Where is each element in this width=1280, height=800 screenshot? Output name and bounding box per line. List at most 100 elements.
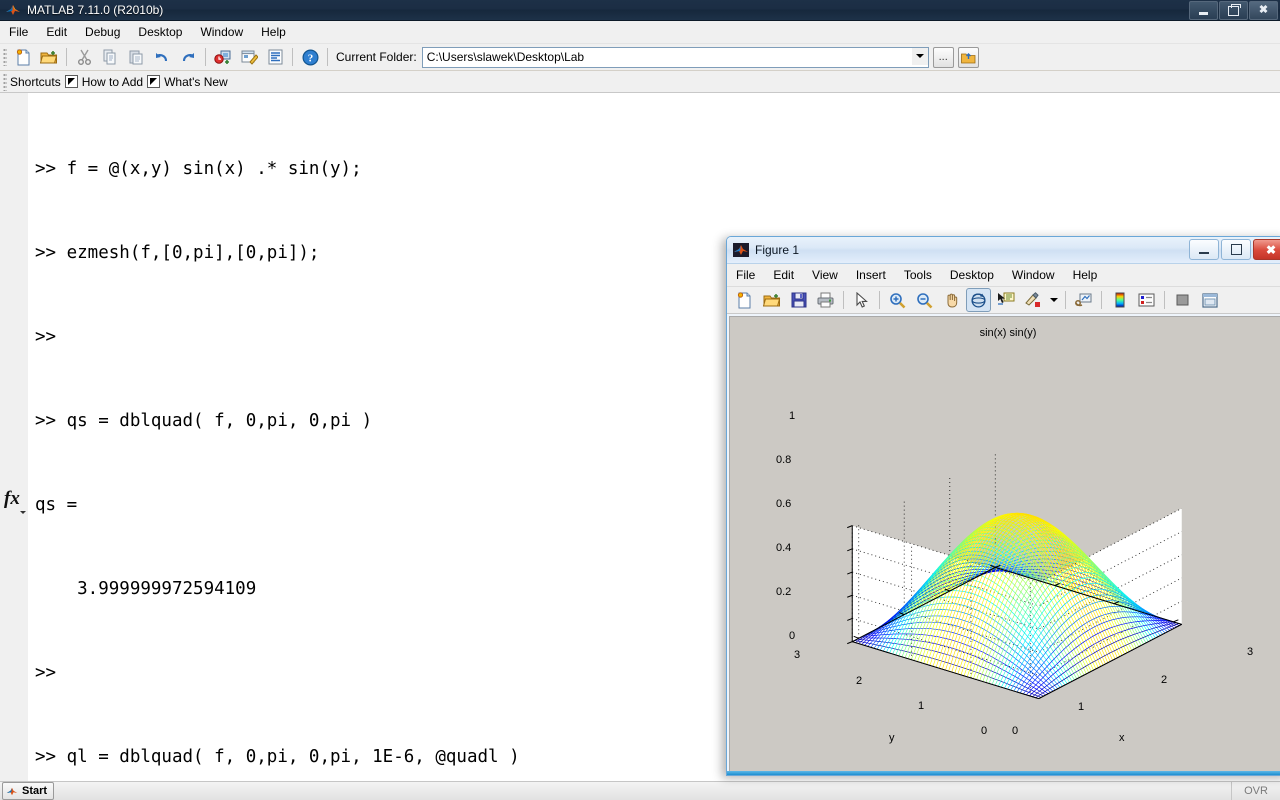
guide-icon[interactable] [237,45,261,69]
matlab-logo-icon [733,243,749,257]
figure-menu-window[interactable]: Window [1003,265,1064,285]
menu-desktop[interactable]: Desktop [129,22,191,42]
x-tick-label: 2 [1161,674,1168,686]
zoom-in-icon[interactable] [885,288,910,312]
toolbar-grip[interactable] [3,48,7,66]
hide-plot-tools-icon[interactable] [1170,288,1195,312]
main-toolbar: ? Current Folder: C:\Users\slawek\Deskto… [0,44,1280,71]
toolbar-separator-3 [292,48,293,66]
figure-close-button[interactable]: ✖ [1253,239,1280,260]
menu-window[interactable]: Window [191,22,252,42]
toolbar-separator-2 [205,48,206,66]
simulink-icon[interactable] [211,45,235,69]
figure-menu-edit[interactable]: Edit [764,265,803,285]
help-icon[interactable]: ? [298,45,322,69]
up-one-level-icon[interactable] [957,46,979,68]
z-tick-label: 0.6 [776,498,792,510]
svg-text:?: ? [307,52,313,64]
figure-menu-view[interactable]: View [803,265,847,285]
z-tick-label: 0 [789,630,796,642]
shortcut-how-to-add[interactable]: How to Add [82,75,143,89]
menu-edit[interactable]: Edit [37,22,76,42]
y-tick-label: 1 [918,700,925,712]
figure-toolbar-separator-4 [1101,291,1102,309]
toolbar-separator-4 [327,48,328,66]
shortcut-arrow-icon [64,75,78,88]
figure-menu-tools[interactable]: Tools [895,265,941,285]
brush-dropdown-icon[interactable] [1047,288,1060,312]
menu-debug[interactable]: Debug [76,22,129,42]
overwrite-indicator: OVR [1231,782,1280,800]
figure-plot-canvas[interactable]: sin(x) sin(y) 1 0.8 0.6 0.4 0.2 0 3 2 1 … [729,316,1280,773]
data-cursor-icon[interactable] [993,288,1018,312]
start-button-label: Start [22,785,48,797]
zoom-out-icon[interactable] [912,288,937,312]
figure-toolbar [727,287,1280,314]
y-tick-label: 3 [794,649,801,661]
browse-folder-button[interactable]: ... [932,46,954,68]
start-button[interactable]: Start [2,782,55,800]
cut-icon[interactable] [72,45,96,69]
edit-plot-pointer-icon[interactable] [849,288,874,312]
shortcut-arrow-icon-2 [147,75,161,88]
close-button[interactable]: ✖ [1249,1,1278,20]
figure-toolbar-separator-5 [1164,291,1165,309]
mesh-surface-plot[interactable] [730,317,1280,753]
current-folder-combo[interactable]: C:\Users\slawek\Desktop\Lab [421,46,929,68]
function-browser-caret-icon[interactable] [20,511,26,514]
command-window-gutter: fx [0,93,29,781]
menu-file[interactable]: File [0,22,37,42]
redo-icon[interactable] [176,45,200,69]
x-tick-label: 0 [1012,725,1019,737]
new-figure-icon[interactable] [732,288,757,312]
x-tick-label: 3 [1247,646,1254,658]
open-file-icon[interactable] [759,288,784,312]
figure-menubar: File Edit View Insert Tools Desktop Wind… [727,264,1280,287]
figure-menu-file[interactable]: File [727,265,764,285]
figure-restore-button[interactable] [1221,239,1251,260]
y-axis-label: y [889,732,895,744]
print-icon[interactable] [813,288,838,312]
brush-icon[interactable] [1020,288,1045,312]
profiler-icon[interactable] [263,45,287,69]
link-plot-icon[interactable] [1071,288,1096,312]
command-line: >> f = @(x,y) sin(x) .* sin(y); [35,159,362,179]
menu-help[interactable]: Help [252,22,295,42]
undo-icon[interactable] [150,45,174,69]
main-window-title: MATLAB 7.11.0 (R2010b) [27,3,164,17]
show-plot-tools-icon[interactable] [1197,288,1222,312]
figure-window-title: Figure 1 [755,243,800,257]
shortcut-whats-new[interactable]: What's New [164,75,228,89]
z-tick [847,641,853,645]
new-file-icon[interactable] [11,45,35,69]
figure-toolbar-separator-2 [879,291,880,309]
figure-menu-help[interactable]: Help [1064,265,1107,285]
figure-minimize-button[interactable] [1189,239,1219,260]
pan-hand-icon[interactable] [939,288,964,312]
shortcuts-grip[interactable] [3,72,7,91]
chevron-down-icon[interactable] [911,47,928,65]
figure-menu-insert[interactable]: Insert [847,265,895,285]
toolbar-separator [66,48,67,66]
matlab-logo-icon [5,3,21,17]
current-folder-label: Current Folder: [336,50,417,64]
current-folder-value: C:\Users\slawek\Desktop\Lab [426,50,585,64]
legend-icon[interactable] [1134,288,1159,312]
save-figure-icon[interactable] [786,288,811,312]
figure-titlebar[interactable]: Figure 1 ✖ [727,237,1280,264]
function-browser-icon[interactable]: fx [4,488,20,510]
z-tick [847,571,853,575]
minimize-button[interactable] [1189,1,1218,20]
figure-1-window[interactable]: Figure 1 ✖ File Edit View Insert Tools D… [726,236,1280,776]
z-tick-label: 1 [789,410,796,422]
copy-icon[interactable] [98,45,122,69]
y-tick-label: 0 [981,725,988,737]
shortcuts-label[interactable]: Shortcuts [10,75,61,89]
paste-icon[interactable] [124,45,148,69]
rotate-3d-icon[interactable] [966,288,991,312]
open-folder-icon[interactable] [37,45,61,69]
figure-focus-glow [727,771,1280,775]
restore-button[interactable] [1219,1,1248,20]
figure-menu-desktop[interactable]: Desktop [941,265,1003,285]
colorbar-icon[interactable] [1107,288,1132,312]
